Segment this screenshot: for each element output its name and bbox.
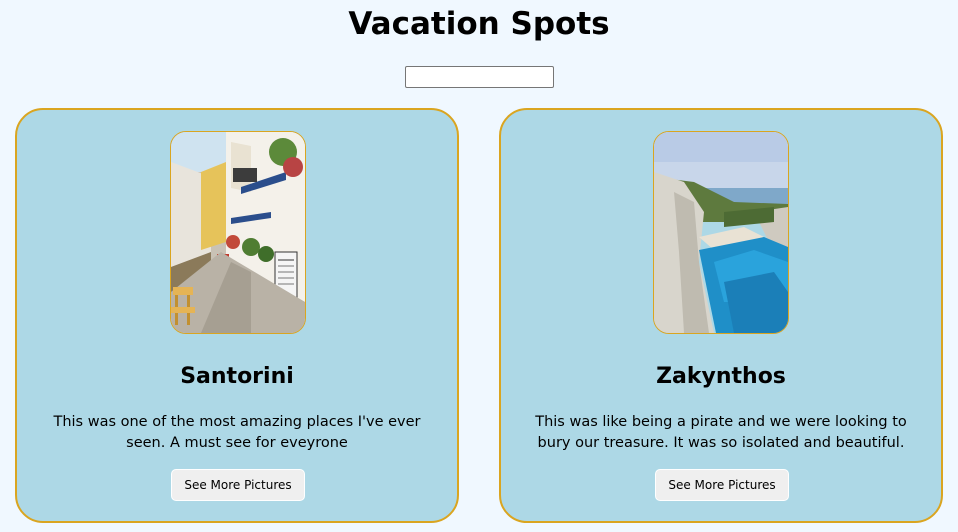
card-title: Santorini (180, 364, 294, 389)
zakynthos-cove-photo (653, 131, 789, 334)
santorini-street-photo (170, 131, 306, 334)
search-input[interactable] (405, 66, 554, 88)
card-title: Zakynthos (656, 364, 786, 389)
destination-card-santorini: Santorini This was one of the most amazi… (15, 108, 459, 523)
see-more-pictures-button[interactable]: See More Pictures (171, 469, 305, 501)
card-description: This was one of the most amazing places … (53, 414, 421, 451)
card-description: This was like being a pirate and we were… (535, 414, 907, 451)
destination-card-zakynthos: Zakynthos This was like being a pirate a… (499, 108, 943, 523)
page-title: Vacation Spots (348, 6, 610, 42)
see-more-pictures-button[interactable]: See More Pictures (655, 469, 789, 501)
